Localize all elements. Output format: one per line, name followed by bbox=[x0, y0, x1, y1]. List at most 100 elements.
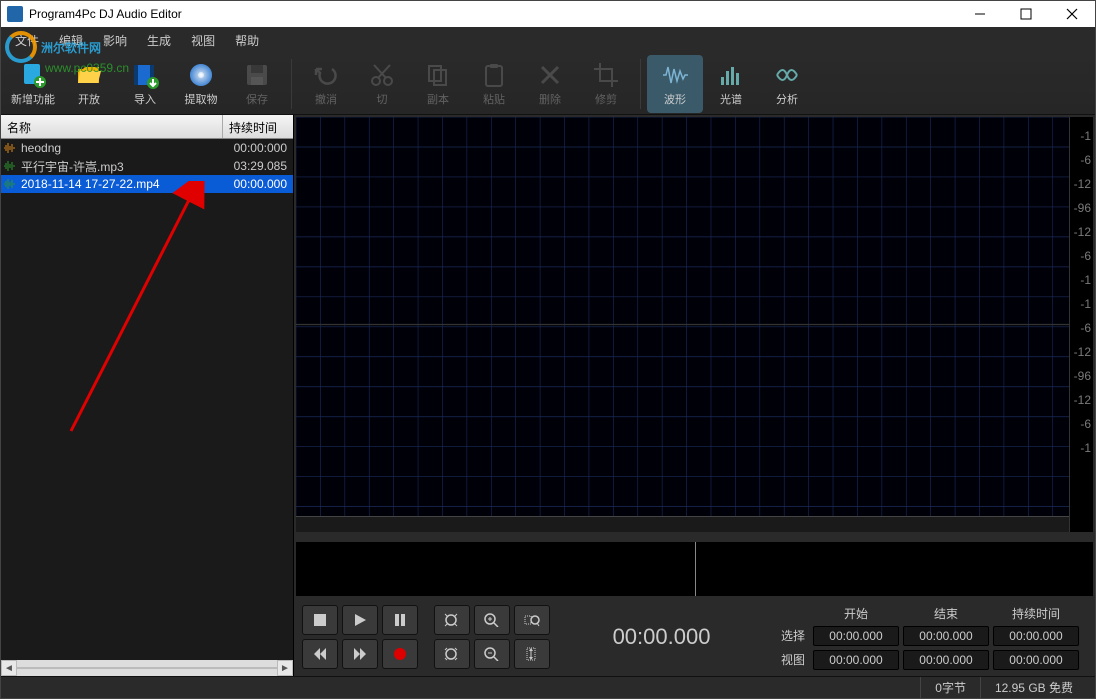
forward-button[interactable] bbox=[342, 639, 378, 669]
waveform-icon bbox=[661, 61, 689, 89]
file-list-item[interactable]: heodng 00:00:000 bbox=[1, 139, 293, 157]
delete-icon bbox=[536, 61, 564, 89]
scale-value: -12 bbox=[1074, 393, 1091, 407]
crop-button[interactable]: 修剪 bbox=[578, 55, 634, 113]
scale-value: -1 bbox=[1080, 273, 1091, 287]
import-button[interactable]: 导入 bbox=[117, 55, 173, 113]
delete-button[interactable]: 删除 bbox=[522, 55, 578, 113]
scale-value: -96 bbox=[1074, 369, 1091, 383]
scale-value: -12 bbox=[1074, 225, 1091, 239]
film-import-icon bbox=[131, 61, 159, 89]
zoom-vert-button[interactable] bbox=[514, 639, 550, 669]
menu-edit[interactable]: 编辑 bbox=[49, 28, 93, 53]
extract-button[interactable]: 提取物 bbox=[173, 55, 229, 113]
scissors-icon bbox=[368, 61, 396, 89]
file-name: heodng bbox=[21, 141, 225, 155]
folder-open-icon bbox=[75, 61, 103, 89]
scale-value: -1 bbox=[1080, 441, 1091, 455]
copy-icon bbox=[424, 61, 452, 89]
status-bytes: 0字节 bbox=[920, 677, 980, 698]
cut-button[interactable]: 切 bbox=[354, 55, 410, 113]
zoom-out-button[interactable] bbox=[474, 639, 510, 669]
app-icon bbox=[7, 6, 23, 22]
menu-generate[interactable]: 生成 bbox=[137, 28, 181, 53]
copy-button[interactable]: 副本 bbox=[410, 55, 466, 113]
app-title: Program4Pc DJ Audio Editor bbox=[29, 7, 182, 21]
scroll-left-arrow[interactable]: ◄ bbox=[1, 660, 17, 676]
paste-button[interactable]: 粘贴 bbox=[466, 55, 522, 113]
view-duration[interactable]: 00:00.000 bbox=[993, 650, 1079, 670]
scale-value: -12 bbox=[1074, 345, 1091, 359]
range-row-selection-label: 选择 bbox=[773, 627, 809, 644]
range-header-start: 开始 bbox=[813, 605, 899, 622]
save-button[interactable]: 保存 bbox=[229, 55, 285, 113]
analyze-button[interactable]: 分析 bbox=[759, 55, 815, 113]
play-button[interactable] bbox=[342, 605, 378, 635]
file-list-item[interactable]: 平行宇宙-许嵩.mp3 03:29.085 bbox=[1, 157, 293, 175]
range-row-view-label: 视图 bbox=[773, 651, 809, 668]
sidebar-scrollbar[interactable]: ◄ ► bbox=[1, 660, 293, 676]
zoom-selection-button[interactable] bbox=[514, 605, 550, 635]
file-list[interactable]: heodng 00:00:000 平行宇宙-许嵩.mp3 03:29.085 2… bbox=[1, 139, 293, 660]
scale-value: -96 bbox=[1074, 201, 1091, 215]
record-button[interactable] bbox=[382, 639, 418, 669]
rewind-button[interactable] bbox=[302, 639, 338, 669]
zoom-in-button[interactable] bbox=[474, 605, 510, 635]
spectrum-view-button[interactable]: 光谱 bbox=[703, 55, 759, 113]
record-icon bbox=[394, 648, 406, 660]
crop-icon bbox=[592, 61, 620, 89]
minimize-button[interactable] bbox=[957, 1, 1003, 27]
scale-value: -6 bbox=[1080, 417, 1091, 431]
menu-bar: 文件 编辑 影响 生成 视图 帮助 bbox=[1, 27, 1095, 53]
range-header-end: 结束 bbox=[903, 605, 989, 622]
analyze-icon bbox=[773, 61, 801, 89]
overview-timeline[interactable] bbox=[294, 540, 1095, 598]
scale-value: -1 bbox=[1080, 129, 1091, 143]
amplitude-scale: -1-6-12-96-12-6-1-1-6-12-96-12-6-1 bbox=[1069, 117, 1093, 532]
stop-button[interactable] bbox=[302, 605, 338, 635]
view-end[interactable]: 00:00.000 bbox=[903, 650, 989, 670]
zoom-reset-button[interactable] bbox=[434, 639, 470, 669]
file-duration: 00:00.000 bbox=[225, 177, 291, 191]
menu-help[interactable]: 帮助 bbox=[225, 28, 269, 53]
close-button[interactable] bbox=[1049, 1, 1095, 27]
selection-end[interactable]: 00:00.000 bbox=[903, 626, 989, 646]
range-header-duration: 持续时间 bbox=[993, 605, 1079, 622]
undo-button[interactable]: 撤消 bbox=[298, 55, 354, 113]
menu-file[interactable]: 文件 bbox=[5, 28, 49, 53]
audio-file-icon bbox=[3, 178, 17, 190]
file-duration: 00:00:000 bbox=[225, 141, 291, 155]
column-name-header[interactable]: 名称 bbox=[1, 115, 223, 138]
waveform-view-button[interactable]: 波形 bbox=[647, 55, 703, 113]
spectrum-icon bbox=[717, 61, 745, 89]
scroll-right-arrow[interactable]: ► bbox=[277, 660, 293, 676]
menu-view[interactable]: 视图 bbox=[181, 28, 225, 53]
menu-effects[interactable]: 影响 bbox=[93, 28, 137, 53]
selection-duration[interactable]: 00:00.000 bbox=[993, 626, 1079, 646]
current-time-display: 00:00.000 bbox=[570, 624, 753, 650]
file-name: 2018-11-14 17-27-22.mp4 bbox=[21, 177, 225, 191]
maximize-button[interactable] bbox=[1003, 1, 1049, 27]
title-bar: Program4Pc DJ Audio Editor bbox=[1, 1, 1095, 27]
scale-value: -12 bbox=[1074, 177, 1091, 191]
new-button[interactable]: 新增功能 bbox=[5, 55, 61, 113]
range-panel: 开始 结束 持续时间 选择 00:00.000 00:00.000 00:00.… bbox=[773, 605, 1087, 670]
column-time-header[interactable]: 持续时间 bbox=[223, 115, 293, 138]
waveform-display[interactable]: -1-6-12-96-12-6-1-1-6-12-96-12-6-1 bbox=[294, 115, 1095, 534]
scale-value: -1 bbox=[1080, 297, 1091, 311]
view-start[interactable]: 00:00.000 bbox=[813, 650, 899, 670]
zoom-fit-button[interactable] bbox=[434, 605, 470, 635]
file-new-icon bbox=[19, 61, 47, 89]
selection-start[interactable]: 00:00.000 bbox=[813, 626, 899, 646]
scale-value: -6 bbox=[1080, 249, 1091, 263]
scale-value: -6 bbox=[1080, 321, 1091, 335]
status-disk: 12.95 GB 免费 bbox=[980, 677, 1087, 698]
playhead-indicator bbox=[695, 542, 696, 596]
pause-button[interactable] bbox=[382, 605, 418, 635]
clipboard-icon bbox=[480, 61, 508, 89]
open-button[interactable]: 开放 bbox=[61, 55, 117, 113]
time-ruler[interactable] bbox=[296, 516, 1069, 532]
audio-file-icon bbox=[3, 160, 17, 172]
undo-icon bbox=[312, 61, 340, 89]
file-list-item[interactable]: 2018-11-14 17-27-22.mp4 00:00.000 bbox=[1, 175, 293, 193]
